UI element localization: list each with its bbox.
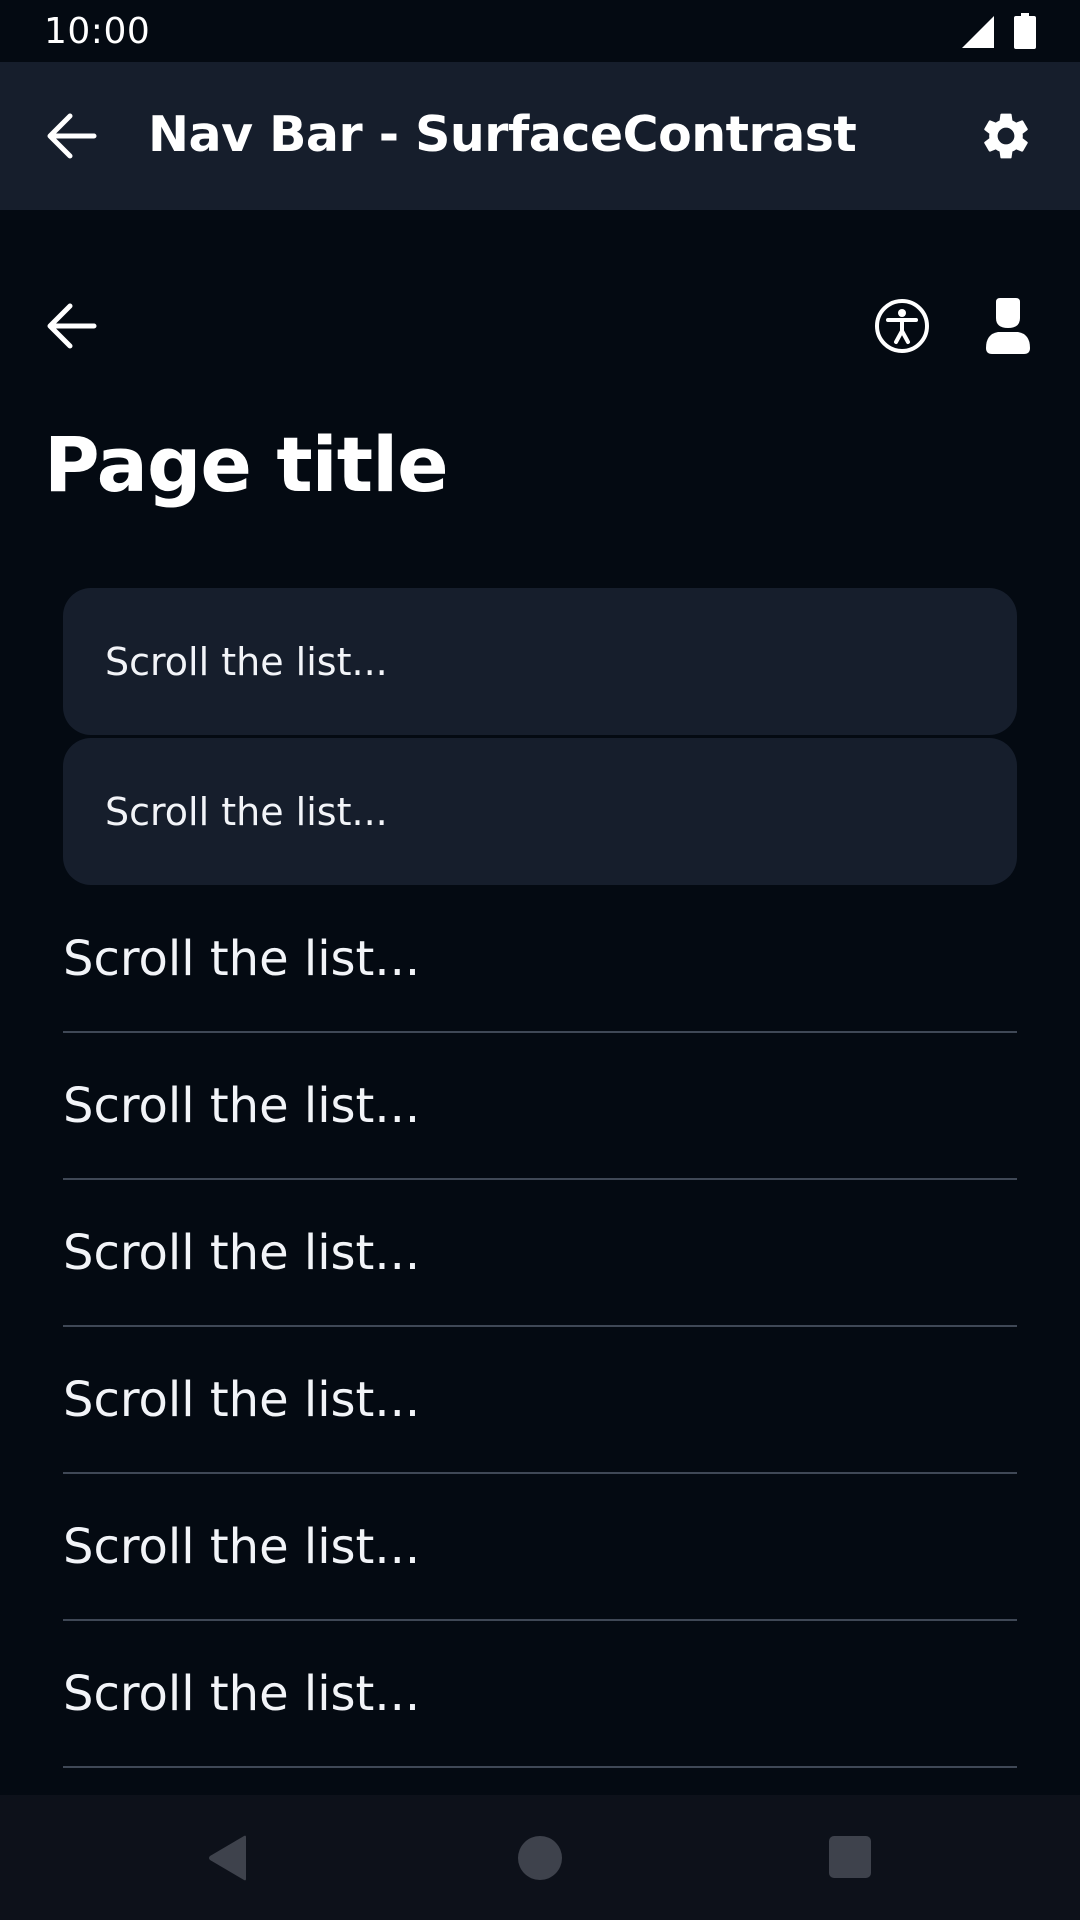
list-item-label: Scroll the list...	[63, 1665, 421, 1722]
accessibility-icon[interactable]	[874, 298, 930, 354]
list-item[interactable]: Scroll the list...	[63, 886, 1017, 1033]
list-card-item[interactable]: Scroll the list...	[63, 588, 1017, 735]
list-item[interactable]: Scroll the list...	[63, 1327, 1017, 1474]
nav-home-circle-icon[interactable]	[517, 1835, 563, 1881]
battery-icon	[1014, 13, 1036, 49]
screen: 10:00 Nav Bar - SurfaceContrast Page tit…	[0, 0, 1080, 1920]
list-item[interactable]: Scroll the list...	[63, 1033, 1017, 1180]
back-arrow-icon[interactable]	[44, 302, 100, 350]
list-item-label: Scroll the list...	[63, 930, 421, 987]
list-item[interactable]: Scroll the list...	[63, 1474, 1017, 1621]
back-arrow-icon[interactable]	[44, 112, 100, 160]
list-item[interactable]: Scroll the list...	[63, 1180, 1017, 1327]
app-bar: Nav Bar - SurfaceContrast	[0, 62, 1080, 210]
system-nav-bar	[0, 1795, 1080, 1920]
signal-icon	[962, 16, 994, 48]
list-item-label: Scroll the list...	[63, 1224, 421, 1281]
list-card-item[interactable]: Scroll the list...	[63, 738, 1017, 885]
status-time: 10:00	[44, 10, 151, 52]
nav-back-triangle-icon[interactable]	[206, 1835, 250, 1881]
list-item-label: Scroll the list...	[63, 1077, 421, 1134]
page-title: Page title	[44, 420, 449, 509]
list-item-label: Scroll the list...	[63, 1371, 421, 1428]
list-item-label: Scroll the list...	[63, 1518, 421, 1575]
app-bar-title: Nav Bar - SurfaceContrast	[148, 106, 857, 163]
status-icons	[960, 13, 1036, 49]
user-icon[interactable]	[984, 298, 1032, 354]
settings-gear-icon[interactable]	[978, 108, 1034, 164]
list-item[interactable]: Scroll the list...	[63, 1621, 1017, 1768]
status-bar: 10:00	[0, 0, 1080, 62]
nav-recents-square-icon[interactable]	[829, 1836, 871, 1878]
list-card-label: Scroll the list...	[105, 639, 388, 684]
list-card-label: Scroll the list...	[105, 789, 388, 834]
